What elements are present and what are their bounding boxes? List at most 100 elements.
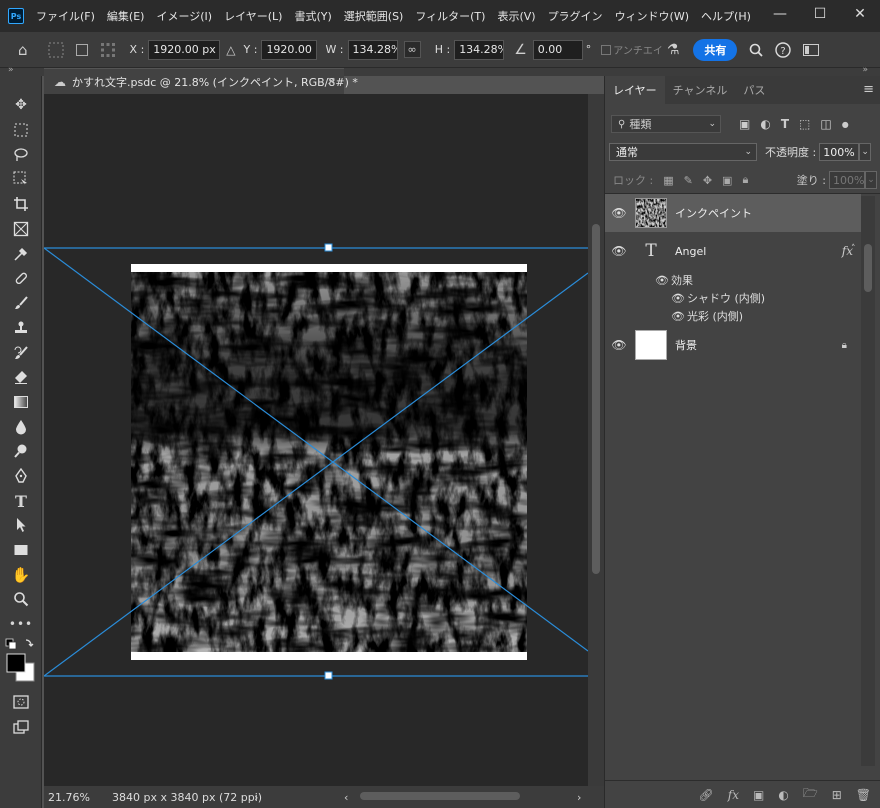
expand-right-icon[interactable]: » [862,65,868,75]
fill-dropdown-icon[interactable]: ⌄ [865,171,877,189]
vertical-scroll-thumb[interactable] [592,224,600,574]
lock-position-icon[interactable]: ✥ [703,174,712,187]
close-tab-icon[interactable]: ✕ [327,75,336,88]
layer-ink-paint[interactable]: 👁︎ インクペイント [605,194,861,232]
effects-group[interactable]: 👁︎ 効果 [653,272,693,288]
menu-plugins[interactable]: プラグイン [548,8,603,24]
share-button[interactable]: 共有 [693,38,738,61]
layer-name[interactable]: 背景 [675,337,697,353]
layer-name[interactable]: Angel [675,245,706,258]
workspace-icon[interactable] [803,43,820,56]
tab-paths[interactable]: パス [735,76,773,104]
lock-all-icon[interactable]: 🔒︎ [742,173,748,187]
path-selection-tool-icon[interactable] [9,514,33,536]
filter-toggle-icon[interactable]: ● [842,120,849,129]
eyedropper-tool-icon[interactable] [9,243,33,265]
new-layer-icon[interactable]: ⊞ [832,788,842,802]
visibility-eye-icon[interactable]: 👁︎ [653,274,671,287]
blend-mode-select[interactable]: 通常 ⌄ [609,143,757,161]
visibility-eye-icon[interactable]: 👁︎ [669,292,687,305]
rectangle-tool-icon[interactable] [9,539,33,561]
lasso-tool-icon[interactable] [9,144,33,166]
reference-point-icon[interactable] [48,42,64,58]
document-tab[interactable]: ☁ かすれ文字.psdc @ 21.8% (インクペイント, RGB/8#) *… [44,68,358,94]
eraser-tool-icon[interactable] [9,366,33,388]
grid-point-icon[interactable] [100,42,116,58]
opacity-field[interactable]: 100% [819,143,860,161]
filter-smart-object-icon[interactable]: ◫ [820,117,831,131]
transform-handle-top[interactable] [324,243,333,252]
layers-scroll-thumb[interactable] [864,244,872,292]
menu-select[interactable]: 選択範囲(S) [344,8,404,24]
visibility-eye-icon[interactable]: 👁︎ [605,338,633,352]
pen-tool-icon[interactable] [9,465,33,487]
color-swatches[interactable] [4,637,38,687]
y-position-field[interactable]: 1920.00 px [261,39,318,60]
filter-pixel-icon[interactable]: ▣ [739,117,750,131]
type-tool-icon[interactable]: T [9,490,33,512]
menu-edit[interactable]: 編集(E) [107,8,145,24]
horizontal-scroll-thumb[interactable] [360,792,520,800]
marquee-tool-icon[interactable] [9,119,33,141]
zoom-tool-icon[interactable] [9,588,33,610]
gradient-tool-icon[interactable] [9,391,33,413]
link-layers-icon[interactable]: 🔗︎ [699,788,714,802]
more-tools-icon[interactable]: ••• [9,613,33,635]
lock-artboard-icon[interactable]: ▣ [722,174,732,187]
visibility-eye-icon[interactable]: 👁︎ [605,244,633,258]
move-tool-icon[interactable]: ✥ [9,94,33,116]
search-icon[interactable] [749,43,764,57]
status-expand-icon[interactable]: › [254,791,258,804]
visibility-eye-icon[interactable]: 👁︎ [669,310,687,323]
layer-kind-filter[interactable]: ⚲ 種類 ⌄ [611,115,721,133]
tab-channels[interactable]: チャンネル [665,76,736,104]
menu-window[interactable]: ウィンドウ(W) [615,8,689,24]
effect-inner-shadow[interactable]: 👁︎ シャドウ (内側) [669,290,765,306]
x-position-field[interactable]: 1920.00 px [148,39,221,60]
filter-type-icon[interactable]: T [781,117,789,131]
new-group-icon[interactable]: 🗁︎ [803,784,818,805]
vertical-scrollbar[interactable] [588,94,604,786]
close-icon[interactable]: ✕ [840,0,880,28]
hand-tool-icon[interactable]: ✋ [9,564,33,586]
menu-view[interactable]: 表示(V) [497,8,535,24]
adjustment-layer-icon[interactable]: ◐ [778,788,788,802]
screen-mode-icon[interactable] [9,716,33,738]
menu-filter[interactable]: フィルター(T) [415,8,485,24]
lock-image-icon[interactable]: ✎ [684,174,693,187]
home-icon[interactable]: ⌂ [18,41,28,59]
quick-mask-icon[interactable] [9,691,33,713]
add-mask-icon[interactable]: ▣ [753,788,764,802]
flask-icon[interactable]: ⚗ [667,42,680,58]
scroll-right-icon[interactable]: › [577,791,581,804]
height-field[interactable]: 134.28% [454,39,505,60]
crop-tool-icon[interactable] [9,193,33,215]
visibility-eye-icon[interactable]: 👁︎ [605,206,633,220]
link-icon[interactable]: ∞ [403,41,421,58]
layers-scrollbar[interactable] [861,196,875,766]
healing-brush-tool-icon[interactable] [9,267,33,289]
expand-left-icon[interactable]: » [8,65,14,75]
effect-inner-glow[interactable]: 👁︎ 光彩 (内側) [669,308,743,324]
layer-angel[interactable]: 👁︎ T Angel fx [605,232,861,270]
delta-icon[interactable]: △ [226,43,235,57]
clone-stamp-tool-icon[interactable] [9,317,33,339]
fill-field[interactable]: 100% [829,171,865,189]
maximize-icon[interactable]: ☐ [800,0,840,28]
canvas-area[interactable] [44,94,588,786]
minimize-icon[interactable]: — [760,0,800,28]
lock-transparent-icon[interactable]: ▦ [663,174,673,187]
transform-bounding-box[interactable] [44,94,588,786]
antialias-checkbox[interactable] [601,44,612,55]
width-field[interactable]: 134.28% [347,39,398,60]
angle-field[interactable]: 0.00 [532,39,583,60]
menu-file[interactable]: ファイル(F) [36,8,95,24]
menu-type[interactable]: 書式(Y) [294,8,331,24]
layer-background[interactable]: 👁︎ 背景 🔒︎ [605,326,861,364]
menu-layer[interactable]: レイヤー(L) [224,8,282,24]
transform-handle-bottom[interactable] [324,671,333,680]
zoom-level[interactable]: 21.76% [48,791,104,804]
object-select-tool-icon[interactable] [9,168,33,190]
layer-name[interactable]: インクペイント [675,205,752,221]
menu-help[interactable]: ヘルプ(H) [701,8,751,24]
